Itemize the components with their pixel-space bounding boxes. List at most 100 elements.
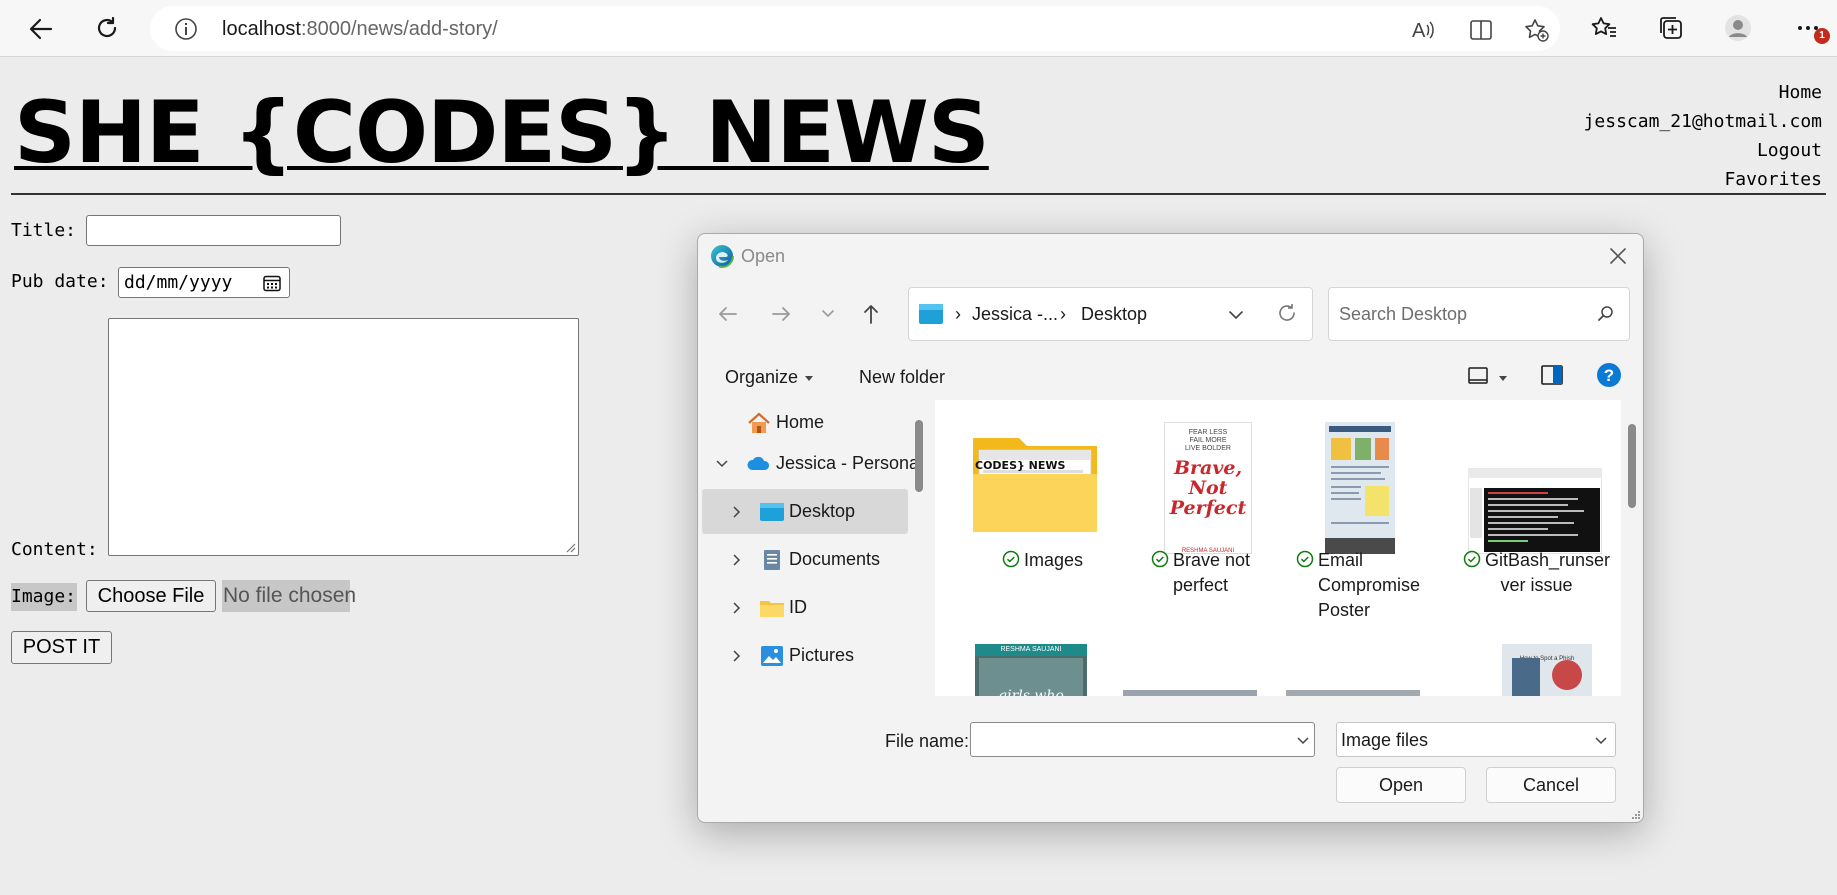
dialog-title: Open bbox=[741, 246, 786, 266]
file-name: Brave not perfect bbox=[1123, 548, 1278, 598]
content-label: Content: bbox=[11, 539, 98, 560]
url-host: localhost bbox=[222, 18, 301, 40]
notification-badge: 1 bbox=[1814, 28, 1830, 44]
files-scrollbar[interactable] bbox=[1628, 424, 1636, 508]
nav-logout-link[interactable]: Logout bbox=[1584, 136, 1822, 165]
choose-file-button[interactable]: Choose File bbox=[86, 580, 216, 612]
file-item-image[interactable] bbox=[1286, 690, 1441, 696]
tree-item-onedrive[interactable]: Jessica - Persona bbox=[698, 441, 919, 486]
book-cover-top: FEAR LESS FAIL MORE LIVE BOLDER bbox=[1185, 429, 1231, 452]
info-icon[interactable] bbox=[174, 17, 198, 41]
nav-favorites-link[interactable]: Favorites bbox=[1584, 165, 1822, 194]
file-grid: CODES} NEWS Images FEAR LESS FAIL MORE L… bbox=[935, 400, 1621, 696]
tree-label: Pictures bbox=[789, 645, 855, 665]
refresh-icon[interactable] bbox=[1276, 303, 1298, 325]
dialog-forward-button[interactable] bbox=[768, 301, 794, 327]
address-bar[interactable]: localhost:8000/news/add-story/ A bbox=[150, 6, 1560, 51]
profile-avatar-icon bbox=[1725, 15, 1751, 41]
organize-label: Organize bbox=[725, 367, 799, 387]
nav-home-link[interactable]: Home bbox=[1584, 78, 1822, 107]
chevron-right-icon[interactable] bbox=[730, 601, 744, 615]
file-name: Email Compromise Poster bbox=[1296, 548, 1451, 623]
tree-scrollbar[interactable] bbox=[915, 420, 923, 492]
file-type-select[interactable]: Image files bbox=[1336, 722, 1616, 757]
pub-date-placeholder: dd/mm/yyyy bbox=[124, 272, 233, 293]
back-button[interactable] bbox=[22, 10, 60, 48]
help-icon[interactable]: ? bbox=[1596, 362, 1622, 388]
poster-thumbnail: How to Spot a Phish bbox=[1502, 644, 1592, 696]
open-button[interactable]: Open bbox=[1336, 767, 1466, 803]
post-it-button[interactable]: POST IT bbox=[11, 631, 112, 664]
recent-locations-button[interactable] bbox=[815, 301, 841, 327]
calendar-icon[interactable] bbox=[263, 274, 281, 292]
file-name-label: File name: bbox=[885, 731, 970, 751]
site-title[interactable]: SHE {CODES} NEWS bbox=[14, 83, 990, 183]
split-screen-icon[interactable] bbox=[1468, 17, 1494, 43]
file-item-image[interactable] bbox=[1123, 690, 1278, 696]
tree-item-documents[interactable]: Documents bbox=[698, 537, 906, 582]
chevron-right-icon[interactable] bbox=[730, 649, 744, 663]
dialog-back-button[interactable] bbox=[715, 301, 741, 327]
edge-logo-icon bbox=[710, 244, 734, 268]
resize-grip-icon[interactable] bbox=[564, 541, 576, 553]
refresh-button[interactable] bbox=[88, 10, 126, 48]
file-item-girls-who-code[interactable]: RESHMA SAUJANI girls who bbox=[965, 644, 1120, 696]
url-text[interactable]: localhost:8000/news/add-story/ bbox=[222, 18, 498, 41]
path-breadcrumb[interactable]: › Jessica -... › Desktop bbox=[908, 287, 1313, 341]
new-folder-button[interactable]: New folder bbox=[859, 367, 945, 388]
nav-user-email[interactable]: jesscam_21@hotmail.com bbox=[1584, 107, 1822, 136]
chevron-down-icon[interactable] bbox=[1296, 734, 1310, 748]
svg-text:?: ? bbox=[1604, 366, 1614, 385]
tree-item-home[interactable]: Home bbox=[698, 400, 906, 445]
top-nav: Home jesscam_21@hotmail.com Logout Favor… bbox=[1584, 78, 1822, 194]
book-caption: girls who bbox=[998, 688, 1064, 696]
desktop-folder-icon bbox=[919, 304, 943, 324]
breadcrumb-item-jessica[interactable]: Jessica -... bbox=[972, 304, 1058, 325]
file-name-input[interactable] bbox=[970, 722, 1315, 757]
profile-button[interactable] bbox=[1723, 13, 1753, 43]
add-favorite-icon[interactable] bbox=[1523, 17, 1549, 43]
pictures-icon bbox=[761, 645, 783, 666]
title-input[interactable] bbox=[86, 215, 341, 246]
chevron-down-icon[interactable] bbox=[715, 457, 729, 471]
cancel-button[interactable]: Cancel bbox=[1486, 767, 1616, 803]
collections-button[interactable] bbox=[1656, 13, 1686, 43]
poster-figure bbox=[1512, 658, 1540, 696]
collections-icon bbox=[1660, 17, 1682, 39]
resize-grip-icon[interactable] bbox=[1631, 810, 1641, 820]
breadcrumb-item-desktop[interactable]: Desktop bbox=[1081, 304, 1147, 325]
pub-date-input[interactable]: dd/mm/yyyy bbox=[118, 267, 290, 298]
tree-label: Documents bbox=[789, 549, 881, 569]
favorites-button[interactable] bbox=[1589, 13, 1619, 43]
file-item-images[interactable]: CODES} NEWS Images bbox=[965, 422, 1120, 592]
tree-label: Desktop bbox=[789, 501, 856, 521]
dialog-close-icon[interactable] bbox=[1606, 244, 1630, 268]
read-aloud-icon[interactable]: A bbox=[1410, 17, 1436, 43]
chevron-down-icon bbox=[822, 310, 834, 318]
view-options-icon[interactable] bbox=[1468, 366, 1490, 386]
title-label: Title: bbox=[11, 220, 77, 241]
file-item-brave-not-perfect[interactable]: FEAR LESS FAIL MORE LIVE BOLDER Brave, N… bbox=[1123, 422, 1278, 595]
documents-icon bbox=[764, 549, 780, 570]
preview-pane-icon[interactable] bbox=[1541, 364, 1563, 386]
content-textarea[interactable] bbox=[108, 318, 579, 556]
search-desktop-input[interactable]: Search Desktop bbox=[1328, 287, 1630, 341]
up-folder-button[interactable] bbox=[858, 301, 884, 327]
refresh-icon bbox=[97, 16, 117, 38]
file-item-phishing-poster[interactable]: How to Spot a Phish bbox=[1459, 644, 1614, 696]
tree-item-id[interactable]: ID bbox=[698, 585, 906, 630]
svg-text:A: A bbox=[1412, 20, 1426, 42]
file-item-email-compromise-poster[interactable]: Email Compromise Poster bbox=[1286, 422, 1441, 622]
chevron-right-icon[interactable] bbox=[730, 553, 744, 567]
sync-check-icon bbox=[1002, 550, 1020, 568]
chevron-right-icon[interactable] bbox=[730, 505, 744, 519]
organize-button[interactable]: Organize bbox=[725, 367, 814, 388]
file-item-gitbash[interactable]: GitBash_runser ver issue bbox=[1459, 422, 1614, 595]
tree-item-desktop[interactable]: Desktop bbox=[702, 489, 908, 534]
tree-item-pictures[interactable]: Pictures bbox=[698, 633, 906, 678]
chevron-down-icon[interactable] bbox=[1227, 306, 1245, 324]
navigation-pane: Home Jessica - Persona Desktop Documents… bbox=[698, 400, 919, 696]
caret-down-icon[interactable] bbox=[1498, 373, 1508, 383]
search-icon[interactable] bbox=[1597, 305, 1615, 323]
sync-check-icon bbox=[1151, 550, 1169, 568]
